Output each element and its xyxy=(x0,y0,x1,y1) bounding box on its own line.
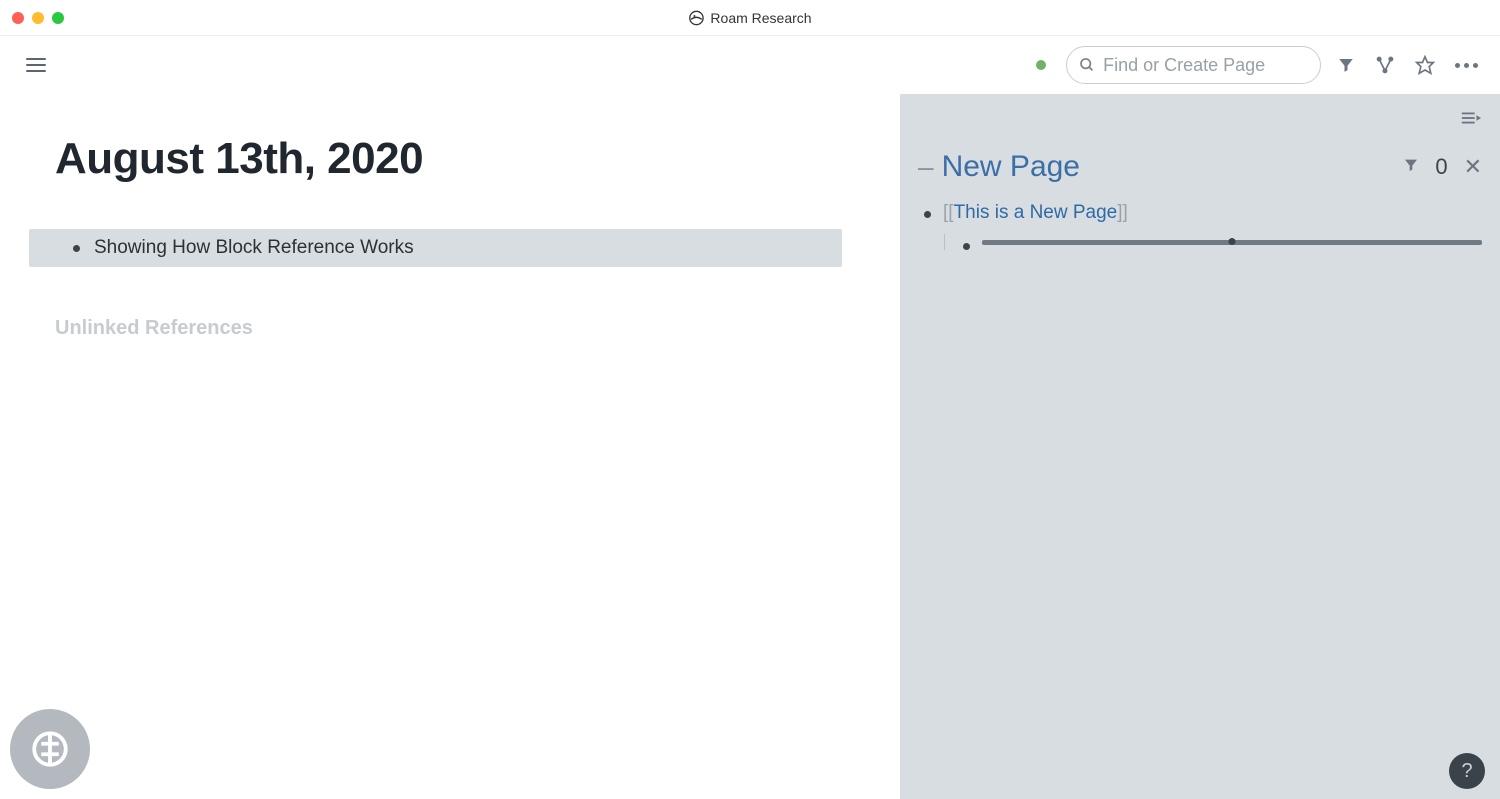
sync-status-dot-icon xyxy=(1036,60,1046,70)
filter-icon xyxy=(1403,157,1419,173)
window-title: Roam Research xyxy=(688,10,811,26)
filter-button[interactable] xyxy=(1333,52,1359,78)
filter-icon xyxy=(1337,56,1355,74)
search-icon xyxy=(1079,56,1095,74)
bullet-icon[interactable] xyxy=(924,211,931,218)
roam-astrolabe-icon xyxy=(29,728,71,770)
favorite-button[interactable] xyxy=(1411,51,1439,79)
block-row[interactable]: Showing How Block Reference Works xyxy=(29,229,842,267)
bracket-close: ]] xyxy=(1117,202,1128,223)
top-toolbar xyxy=(0,36,1500,94)
collapse-toggle-button[interactable]: – xyxy=(918,151,934,183)
main-area: August 13th, 2020 Showing How Block Refe… xyxy=(0,94,1500,799)
expand-sidebar-icon xyxy=(1460,110,1482,126)
window-titlebar: Roam Research xyxy=(0,0,1500,36)
search-input[interactable] xyxy=(1103,55,1308,76)
sidebar-block-row[interactable]: [[This is a New Page]] xyxy=(924,202,1482,224)
sidebar-filter-count: 0 xyxy=(1435,154,1447,180)
main-pane: August 13th, 2020 Showing How Block Refe… xyxy=(0,94,900,799)
help-icon: ? xyxy=(1461,760,1472,783)
help-button[interactable]: ? xyxy=(1449,753,1485,789)
more-menu-button[interactable] xyxy=(1451,59,1482,72)
roam-shortcut-button[interactable] xyxy=(10,709,90,789)
sidebar-page-header: – New Page 0 ✕ xyxy=(918,150,1482,184)
roam-logo-icon xyxy=(688,10,704,26)
menu-toggle-button[interactable] xyxy=(20,52,52,78)
sidebar-nested-row[interactable] xyxy=(944,234,1482,250)
sidebar-filter-button[interactable] xyxy=(1403,157,1419,178)
right-sidebar: – New Page 0 ✕ [[This is a New Page]] xyxy=(900,94,1500,799)
app-title-text: Roam Research xyxy=(710,10,811,26)
close-window-button[interactable] xyxy=(12,12,24,24)
sidebar-page-title[interactable]: New Page xyxy=(942,150,1398,184)
minimize-window-button[interactable] xyxy=(32,12,44,24)
drop-indicator xyxy=(982,240,1482,245)
bullet-icon[interactable] xyxy=(963,243,970,250)
sidebar-expand-button[interactable] xyxy=(1460,110,1482,131)
bullet-icon[interactable] xyxy=(73,245,80,252)
page-link[interactable]: This is a New Page xyxy=(954,202,1118,223)
more-icon xyxy=(1455,63,1478,68)
star-icon xyxy=(1415,55,1435,75)
page-title[interactable]: August 13th, 2020 xyxy=(55,134,850,184)
sidebar-close-button[interactable]: ✕ xyxy=(1464,154,1482,180)
maximize-window-button[interactable] xyxy=(52,12,64,24)
graph-icon xyxy=(1375,55,1395,75)
drop-handle-icon[interactable] xyxy=(1229,238,1236,245)
sidebar-content: [[This is a New Page]] xyxy=(918,202,1482,250)
block-text[interactable]: Showing How Block Reference Works xyxy=(94,237,414,259)
sidebar-block-text[interactable]: [[This is a New Page]] xyxy=(943,202,1128,224)
graph-button[interactable] xyxy=(1371,51,1399,79)
unlinked-references-heading[interactable]: Unlinked References xyxy=(55,317,850,340)
search-box[interactable] xyxy=(1066,46,1321,84)
bracket-open: [[ xyxy=(943,202,954,223)
traffic-lights xyxy=(12,12,64,24)
